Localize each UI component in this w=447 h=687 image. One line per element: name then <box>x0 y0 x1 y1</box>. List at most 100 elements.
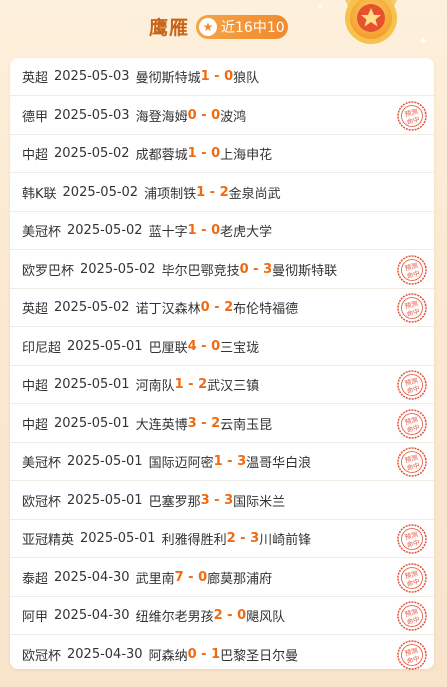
match-row[interactable]: 韩K联 2025-05-02 浦项制铁 1 - 2 金泉尚武 <box>10 174 434 212</box>
home-team: 毕尔巴鄂竞技 <box>161 263 240 279</box>
score-separator: - <box>209 69 225 84</box>
match-date: 2025-05-01 <box>54 415 130 431</box>
match-row[interactable]: 欧冠杯 2025-05-01 巴塞罗那 3 - 3 国际米兰 <box>10 482 434 520</box>
match-row[interactable]: 英超 2025-05-03 曼彻斯特城 1 - 0 狼队 <box>10 58 434 96</box>
away-score: 0 <box>211 338 221 354</box>
home-team: 浦项制铁 <box>144 186 197 202</box>
match-league: 英超 <box>22 71 49 86</box>
match-date: 2025-05-01 <box>67 492 143 508</box>
home-team: 大连英博 <box>135 417 188 433</box>
match-league: 美冠杯 <box>22 456 62 471</box>
match-row[interactable]: 美冠杯 2025-05-02 蓝十字 1 - 0 老虎大学 <box>10 212 434 250</box>
prediction-hit-stamp-icon: 预测命中 <box>397 601 427 631</box>
match-row[interactable]: 中超 2025-05-02 成都蓉城 1 - 0 上海申花 <box>10 135 434 173</box>
prediction-hit-stamp-icon: 预测命中 <box>397 254 427 285</box>
home-score: 0 <box>187 647 197 662</box>
away-team: 上海申花 <box>220 148 273 163</box>
expert-name: 鹰雁 <box>149 17 190 39</box>
match-row[interactable]: 欧罗巴杯 2025-05-02 毕尔巴鄂竞技 0 - 3 曼彻斯特联 预测 命中 <box>10 251 434 289</box>
match-row[interactable]: 美冠杯 2025-05-01 国际迈阿密 1 - 3 温哥华白浪 预测 命中 <box>10 443 434 481</box>
away-team: 狼队 <box>233 71 260 86</box>
away-team: 国际米兰 <box>233 494 286 510</box>
match-row[interactable]: 泰超 2025-04-30 武里南 7 - 0 廊莫那浦府 预测 命中 <box>10 559 434 597</box>
away-score: 2 <box>198 377 208 392</box>
score-separator: - <box>183 569 199 585</box>
medal-star-icon <box>345 0 397 44</box>
home-score: 1 <box>187 223 197 238</box>
match-date: 2025-05-02 <box>80 261 156 277</box>
away-score: 3 <box>250 531 260 546</box>
home-team: 武里南 <box>135 571 175 587</box>
home-score: 1 <box>200 69 210 84</box>
prediction-hit-stamp-icon: 预测命中 <box>397 524 427 554</box>
score-separator: - <box>209 300 225 315</box>
home-score: 2 <box>213 608 223 623</box>
home-score: 1 <box>213 454 223 469</box>
home-score: 0 <box>200 300 210 315</box>
prediction-hit-stamp-icon: 预测命中 <box>397 293 427 323</box>
home-team: 河南队 <box>135 379 175 394</box>
home-score: 1 <box>187 146 197 161</box>
match-date: 2025-05-01 <box>54 377 130 392</box>
match-league: 中超 <box>22 148 49 163</box>
home-score: 3 <box>187 415 197 431</box>
away-score: 2 <box>211 415 221 431</box>
home-team: 巴厘联 <box>148 340 188 356</box>
record-badge: ★ 近16中10 <box>196 15 288 39</box>
score-separator: - <box>196 223 212 238</box>
home-team: 阿森纳 <box>148 649 188 664</box>
away-team: 温哥华白浪 <box>246 456 312 471</box>
home-score: 4 <box>187 338 197 354</box>
home-team: 成都蓉城 <box>135 148 188 163</box>
prediction-hit-stamp-icon: 预测命中 <box>397 370 427 400</box>
home-score: 0 <box>187 107 197 123</box>
match-row[interactable]: 阿甲 2025-04-30 纽维尔老男孩 2 - 0 飓风队 预测 命中 <box>10 597 434 635</box>
away-score: 0 <box>237 608 247 623</box>
match-league: 亚冠精英 <box>22 533 75 548</box>
match-row[interactable]: 英超 2025-05-02 诺丁汉森林 0 - 2 布伦特福德 预测 命中 <box>10 289 434 327</box>
away-score: 0 <box>211 223 221 238</box>
match-league: 欧罗巴杯 <box>22 263 75 279</box>
away-score: 0 <box>224 69 234 84</box>
match-row[interactable]: 中超 2025-05-01 大连英博 3 - 2 云南玉昆 预测 命中 <box>10 405 434 443</box>
match-league: 欧冠杯 <box>22 494 62 510</box>
away-score: 2 <box>224 300 234 315</box>
match-row[interactable]: 中超 2025-05-01 河南队 1 - 2 武汉三镇 预测 命中 <box>10 366 434 404</box>
match-date: 2025-05-03 <box>54 69 130 84</box>
match-league: 印尼超 <box>22 340 62 356</box>
match-row[interactable]: 欧冠杯 2025-04-30 阿森纳 0 - 1 巴黎圣日尔曼 预测 命中 <box>10 636 434 674</box>
home-score: 1 <box>174 377 184 392</box>
home-team: 巴塞罗那 <box>148 494 201 510</box>
record-text: 近16中10 <box>221 20 285 36</box>
score-separator: - <box>222 454 238 469</box>
away-team: 曼彻斯特联 <box>272 263 338 279</box>
home-score: 3 <box>200 492 210 508</box>
match-date: 2025-04-30 <box>67 647 143 662</box>
match-league: 英超 <box>22 302 49 317</box>
home-team: 利雅得胜利 <box>161 533 227 548</box>
prediction-hit-stamp-icon: 预测命中 <box>397 447 427 477</box>
prediction-hit-stamp-icon: 预测命中 <box>397 639 427 670</box>
match-row[interactable]: 亚冠精英 2025-05-01 利雅得胜利 2 - 3 川崎前锋 预测 命中 <box>10 520 434 558</box>
score-separator: - <box>183 377 199 392</box>
score-separator: - <box>196 338 212 354</box>
score-separator: - <box>196 107 212 123</box>
match-row[interactable]: 德甲 2025-05-03 海登海姆 0 - 0 波鸿 预测 命中 <box>10 97 434 135</box>
away-team: 武汉三镇 <box>207 379 260 394</box>
match-league: 欧冠杯 <box>22 649 62 664</box>
away-team: 飓风队 <box>246 610 286 625</box>
match-date: 2025-05-01 <box>67 454 143 469</box>
match-league: 中超 <box>22 417 49 433</box>
match-league: 德甲 <box>22 109 49 125</box>
home-score: 7 <box>174 569 184 585</box>
away-score: 3 <box>224 492 234 508</box>
away-score: 3 <box>263 261 273 277</box>
away-score: 0 <box>211 146 221 161</box>
away-score: 1 <box>211 647 221 662</box>
home-team: 纽维尔老男孩 <box>135 610 214 625</box>
score-separator: - <box>196 146 212 161</box>
match-row[interactable]: 印尼超 2025-05-01 巴厘联 4 - 0 三宝珑 <box>10 328 434 366</box>
score-separator: - <box>196 647 212 662</box>
away-team: 老虎大学 <box>220 225 273 240</box>
score-separator: - <box>209 492 225 508</box>
